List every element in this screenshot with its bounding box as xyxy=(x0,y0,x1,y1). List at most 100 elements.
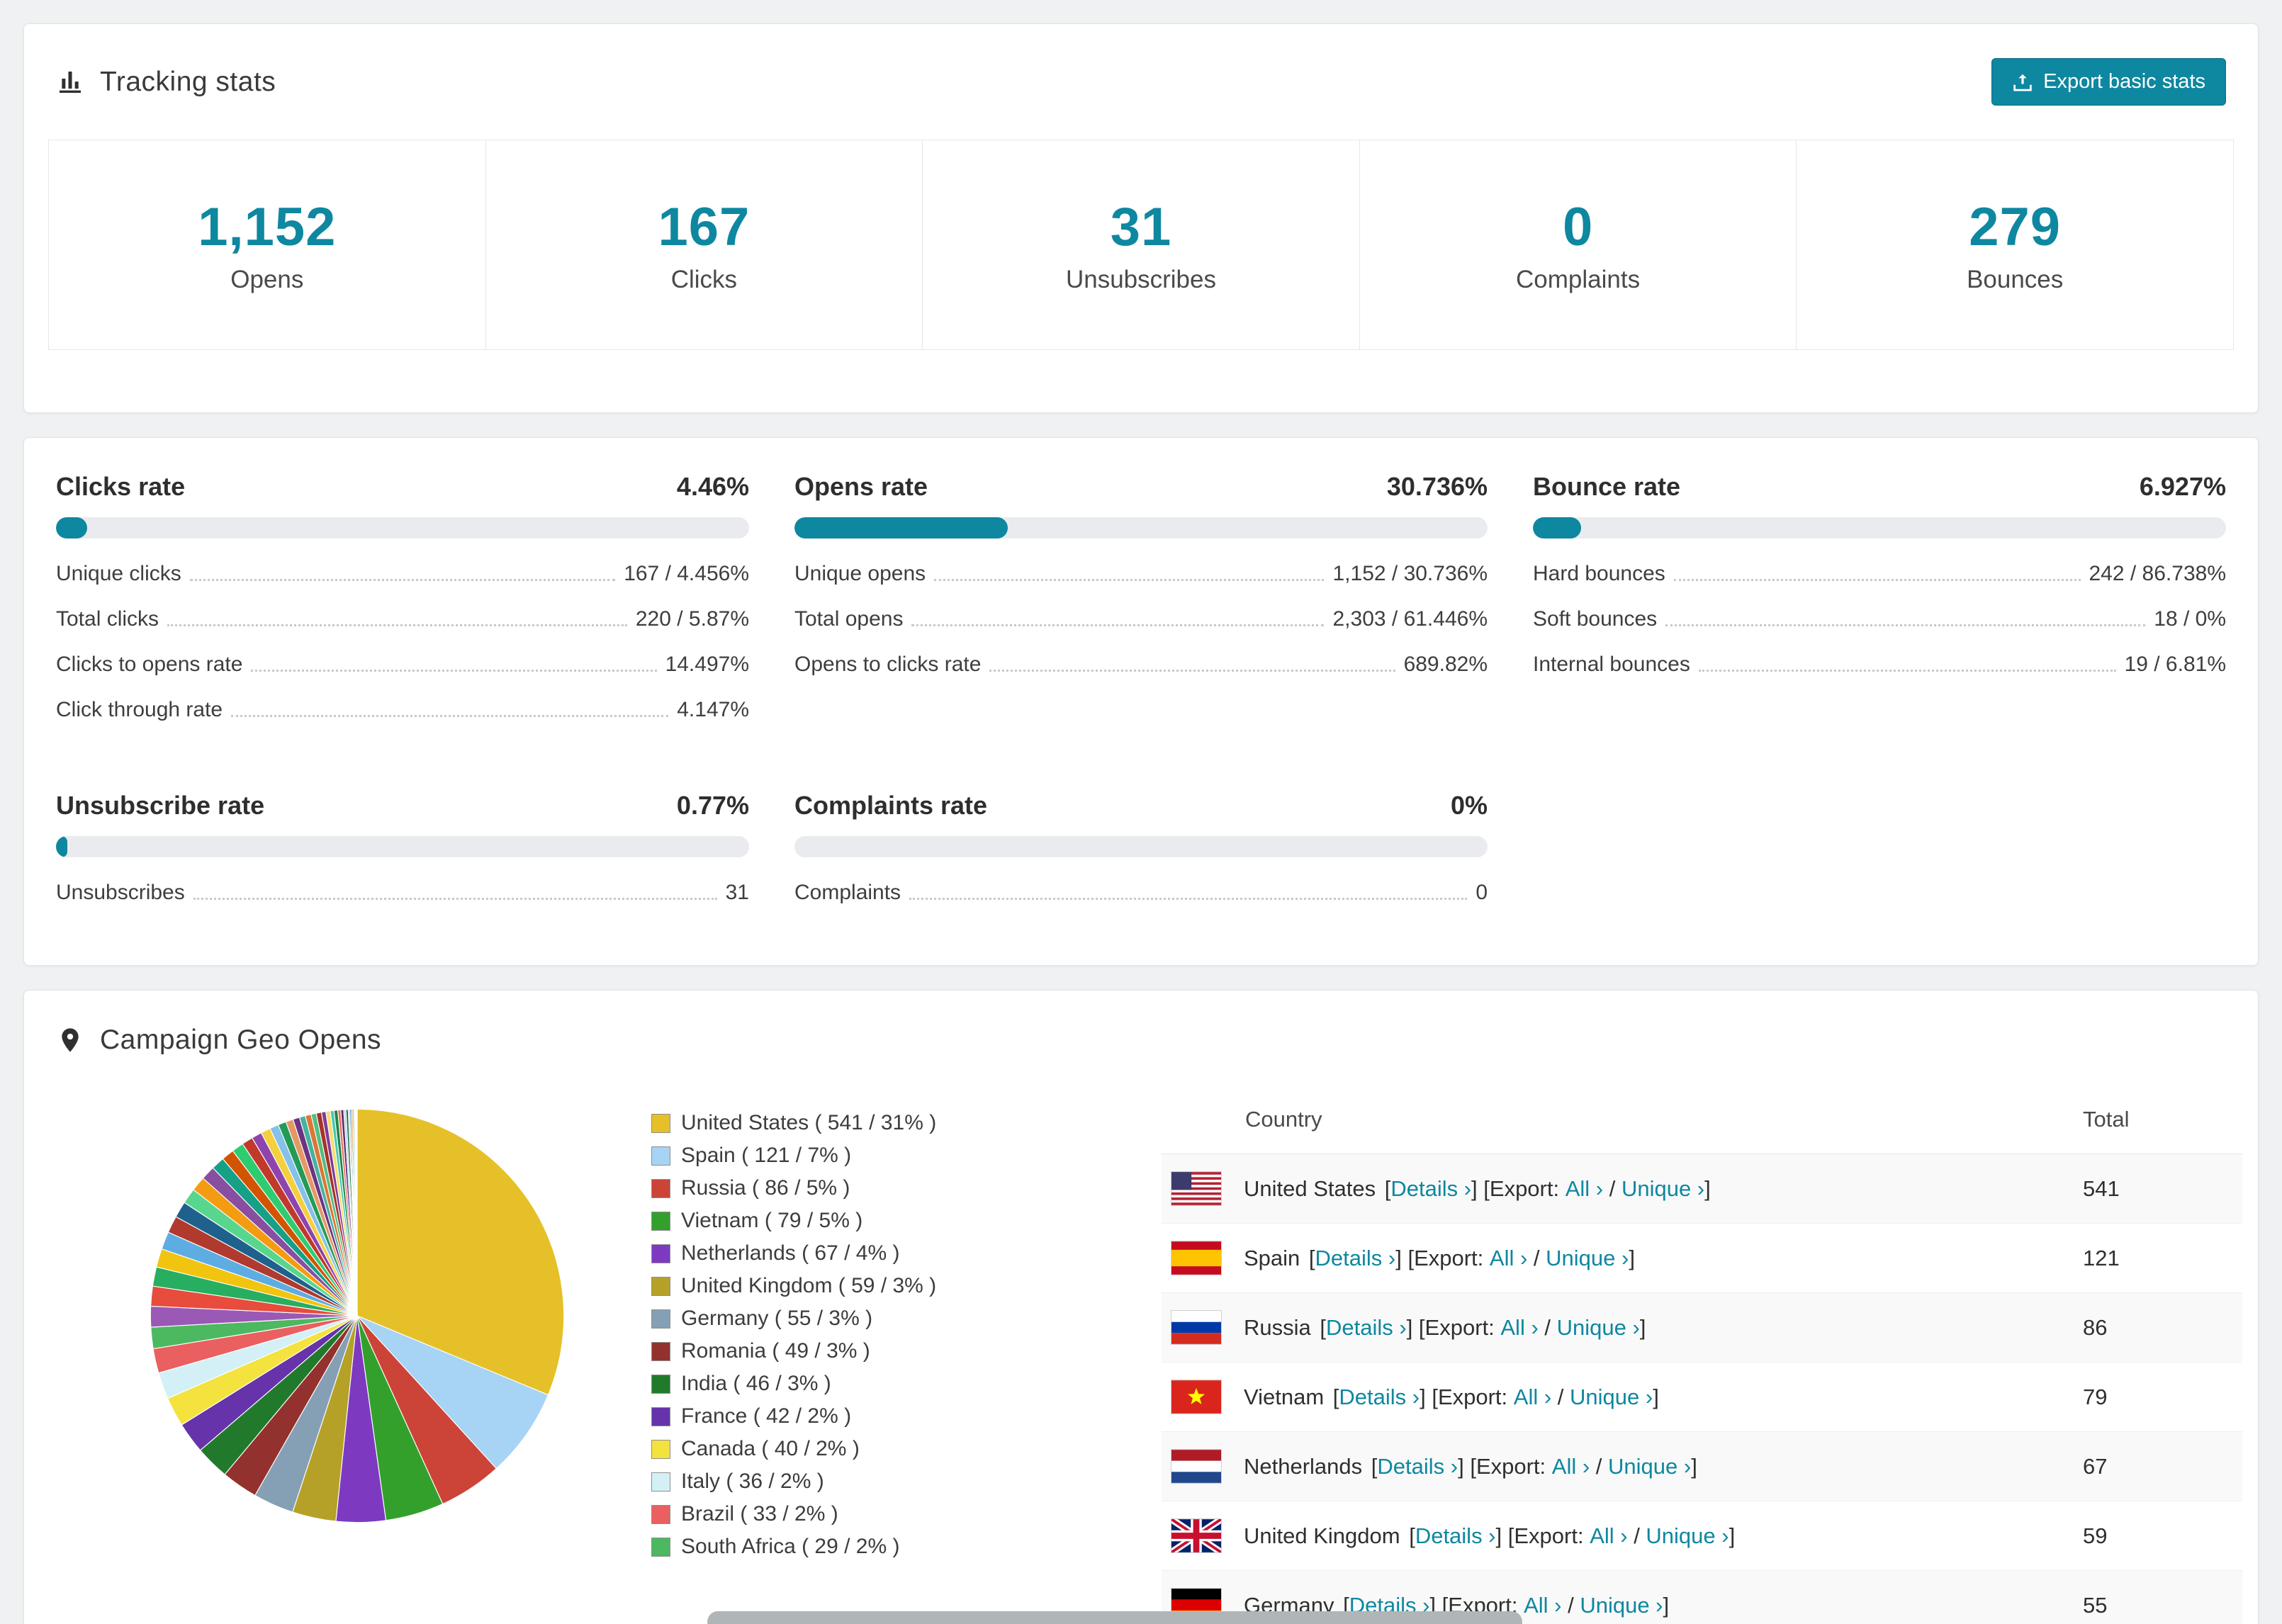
export-all-link-germany[interactable]: All › xyxy=(1524,1593,1561,1618)
metric-value: 167 / 4.456% xyxy=(624,562,749,586)
metric-value: 2,303 / 61.446% xyxy=(1332,607,1488,631)
dotted-leader xyxy=(1665,624,2146,627)
rate-title: Clicks rate xyxy=(56,472,186,502)
progress-bar xyxy=(56,517,749,539)
metric-value: 4.147% xyxy=(677,698,749,722)
row-text: ] xyxy=(1629,1245,1635,1270)
geo-total-value: 67 xyxy=(2083,1453,2108,1479)
geo-row-spain: Spain [Details ›] [Export: All › / Uniqu… xyxy=(1162,1224,2242,1294)
export-all-link-netherlands[interactable]: All › xyxy=(1552,1454,1590,1479)
rate-percentage: 0% xyxy=(1450,791,1488,821)
row-text: Export: xyxy=(1489,1175,1566,1201)
metric-label: Soft bounces xyxy=(1533,607,1658,631)
metric-label: Total opens xyxy=(794,607,904,631)
export-all-link-united-states[interactable]: All › xyxy=(1566,1176,1603,1202)
rate-header-row: Opens rate 30.736% xyxy=(794,472,1488,502)
rate-metrics: Hard bounces 242 / 86.738% Soft bounces 18 … xyxy=(1533,551,2226,687)
progress-bar-fill xyxy=(1533,517,1581,539)
legend-item-netherlands: Netherlands ( 67 / 4% ) xyxy=(651,1237,1048,1270)
flag-gb-icon xyxy=(1171,1519,1221,1553)
export-unique-link-united-kingdom[interactable]: Unique › xyxy=(1646,1523,1729,1549)
rate-title: Opens rate xyxy=(794,472,928,502)
legend-label: Brazil ( 33 / 2% ) xyxy=(681,1502,838,1526)
details-link-spain[interactable]: Details › xyxy=(1315,1246,1396,1271)
row-text: / xyxy=(1561,1592,1580,1618)
rate-header-row: Unsubscribe rate 0.77% xyxy=(56,791,749,821)
progress-bar xyxy=(1533,517,2226,539)
rate-metrics: Unique opens 1,152 / 30.736% Total opens 2,… xyxy=(794,551,1488,687)
rate-header-row: Clicks rate 4.46% xyxy=(56,472,749,502)
legend-swatch-vietnam xyxy=(651,1211,670,1231)
rate-block-opens-rate: Opens rate 30.736% Unique opens 1,152 / 30.… xyxy=(794,472,1488,733)
row-text: Export: xyxy=(1414,1245,1490,1270)
metric-value: 19 / 6.81% xyxy=(2124,653,2226,677)
metric-row-click-through-rate: Click through rate 4.147% xyxy=(56,687,749,733)
stat-box-clicks: 167 Clicks xyxy=(485,140,923,351)
details-link-russia[interactable]: Details › xyxy=(1326,1315,1407,1341)
geo-table-header: Country Total xyxy=(1162,1087,2242,1155)
rate-title: Unsubscribe rate xyxy=(56,791,265,821)
metric-row-opens-to-clicks-rate: Opens to clicks rate 689.82% xyxy=(794,642,1488,687)
stat-label-complaints: Complaints xyxy=(1516,266,1641,294)
details-link-united-kingdom[interactable]: Details › xyxy=(1415,1523,1496,1549)
stat-value-bounces: 279 xyxy=(1969,197,2062,257)
legend-label: Spain ( 121 / 7% ) xyxy=(681,1144,852,1168)
legend-label: United Kingdom ( 59 / 3% ) xyxy=(681,1274,937,1298)
row-text: ] xyxy=(1704,1175,1711,1201)
progress-bar xyxy=(794,517,1488,539)
export-unique-link-vietnam[interactable]: Unique › xyxy=(1570,1385,1653,1410)
row-text: [ xyxy=(1303,1245,1315,1270)
metric-label: Unsubscribes xyxy=(56,881,185,905)
export-all-link-russia[interactable]: All › xyxy=(1500,1315,1538,1341)
geo-country-cell: Netherlands [Details ›] [Export: All › /… xyxy=(1162,1450,2083,1483)
export-unique-link-united-states[interactable]: Unique › xyxy=(1621,1176,1704,1202)
stat-value-unsubscribes: 31 xyxy=(1110,197,1172,257)
geo-pie-chart xyxy=(141,1087,573,1532)
export-unique-link-germany[interactable]: Unique › xyxy=(1580,1593,1663,1618)
rate-header-row: Complaints rate 0% xyxy=(794,791,1488,821)
metric-label: Unique opens xyxy=(794,562,926,586)
export-unique-link-spain[interactable]: Unique › xyxy=(1546,1246,1629,1271)
row-text: / xyxy=(1538,1314,1557,1340)
legend-swatch-spain xyxy=(651,1146,670,1166)
row-text: ] [ xyxy=(1495,1523,1514,1548)
row-text: / xyxy=(1527,1245,1546,1270)
export-all-link-spain[interactable]: All › xyxy=(1490,1246,1527,1271)
geo-country-cell: Vietnam [Details ›] [Export: All › / Uni… xyxy=(1162,1380,2083,1414)
details-link-netherlands[interactable]: Details › xyxy=(1377,1454,1458,1479)
export-all-link-united-kingdom[interactable]: All › xyxy=(1590,1523,1627,1549)
metric-value: 242 / 86.738% xyxy=(2089,562,2227,586)
flag-us-icon xyxy=(1171,1172,1221,1205)
progress-bar-fill xyxy=(56,517,87,539)
geo-country-cell: Russia [Details ›] [Export: All › / Uniq… xyxy=(1162,1311,2083,1344)
export-unique-link-netherlands[interactable]: Unique › xyxy=(1608,1454,1691,1479)
details-link-united-states[interactable]: Details › xyxy=(1390,1176,1471,1202)
metric-label: Clicks to opens rate xyxy=(56,653,243,677)
flag-ru-icon xyxy=(1171,1311,1221,1344)
country-name: Russia xyxy=(1244,1314,1311,1340)
stat-box-unsubscribes: 31 Unsubscribes xyxy=(922,140,1360,351)
geo-title: Campaign Geo Opens xyxy=(100,1025,382,1056)
legend-swatch-netherlands xyxy=(651,1244,670,1263)
row-text: ] xyxy=(1663,1592,1670,1618)
rates-card: Clicks rate 4.46% Unique clicks 167 / 4.456… xyxy=(23,437,2259,966)
geo-row-vietnam: Vietnam [Details ›] [Export: All › / Uni… xyxy=(1162,1363,2242,1433)
geo-total-value: 79 xyxy=(2083,1384,2108,1409)
geo-country-cell: United Kingdom [Details ›] [Export: All … xyxy=(1162,1519,2083,1553)
metric-value: 14.497% xyxy=(665,653,749,677)
horizontal-scrollbar-thumb[interactable] xyxy=(707,1611,1522,1624)
details-link-vietnam[interactable]: Details › xyxy=(1339,1385,1420,1410)
row-text: / xyxy=(1603,1175,1621,1201)
stat-label-unsubscribes: Unsubscribes xyxy=(1065,266,1216,294)
legend-swatch-united-states xyxy=(651,1113,670,1133)
dotted-leader xyxy=(189,579,616,582)
export-unique-link-russia[interactable]: Unique › xyxy=(1557,1315,1640,1341)
export-all-link-vietnam[interactable]: All › xyxy=(1514,1385,1551,1410)
metric-label: Hard bounces xyxy=(1533,562,1665,586)
row-text: [ xyxy=(1378,1175,1391,1201)
legend-item-germany: Germany ( 55 / 3% ) xyxy=(651,1302,1048,1335)
export-basic-stats-button[interactable]: Export basic stats xyxy=(1991,58,2226,106)
row-text: ] [ xyxy=(1458,1453,1476,1479)
row-text: [ xyxy=(1403,1523,1415,1548)
stat-label-opens: Opens xyxy=(230,266,304,294)
